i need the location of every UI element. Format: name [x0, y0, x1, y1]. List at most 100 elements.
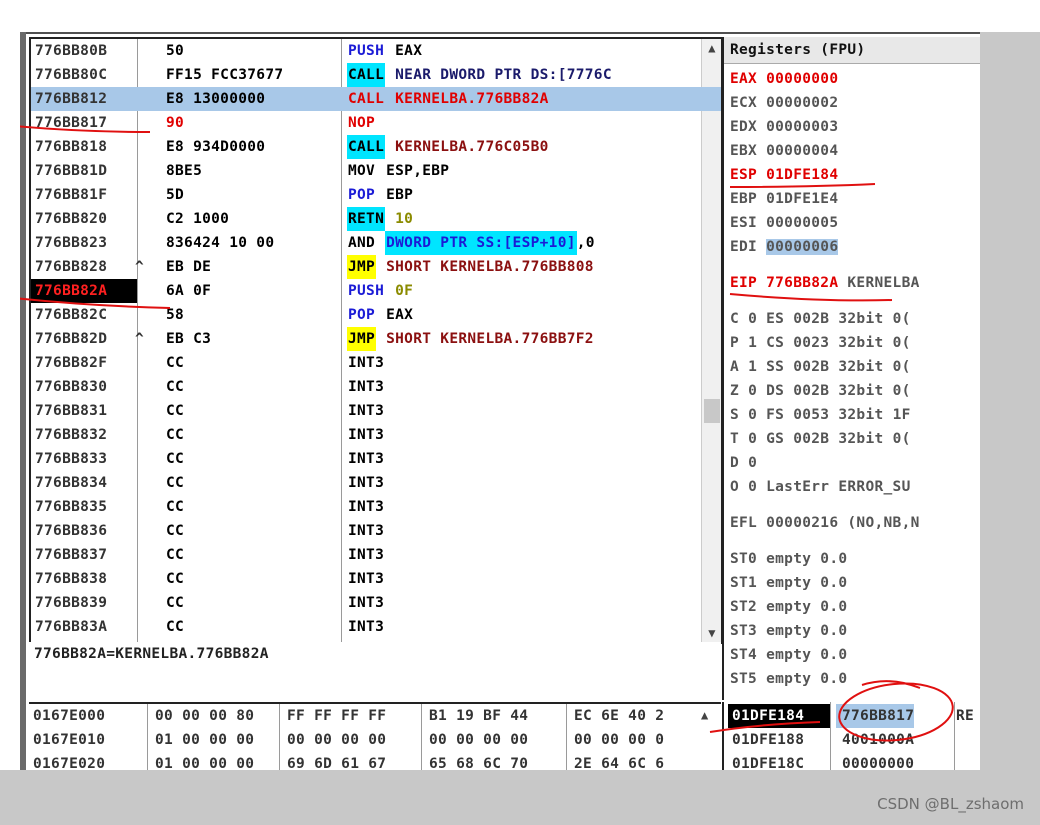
- address-cell[interactable]: 776BB837: [31, 543, 137, 567]
- dump-column-divider[interactable]: [566, 704, 567, 770]
- disasm-row[interactable]: 776BB837 CC INT3: [31, 543, 721, 567]
- disasm-row[interactable]: 776BB817 90 NOP: [31, 111, 721, 135]
- address-cell[interactable]: 776BB836: [31, 519, 137, 543]
- register-value[interactable]: 776BB82A: [766, 275, 838, 291]
- register-esi[interactable]: ESI 00000005: [730, 211, 838, 235]
- registers-title[interactable]: Registers (FPU): [724, 37, 980, 64]
- register-value[interactable]: 00000006: [766, 239, 839, 255]
- disasm-row[interactable]: 776BB80B 50 PUSH EAX: [31, 39, 721, 63]
- disasm-row[interactable]: 776BB82C 58 POP EAX: [31, 303, 721, 327]
- dump-column-divider[interactable]: [279, 704, 280, 770]
- flag-row[interactable]: D 0: [730, 451, 757, 475]
- disasm-row[interactable]: 776BB81D 8BE5 MOV ESP,EBP: [31, 159, 721, 183]
- address-cell[interactable]: 776BB81D: [31, 159, 137, 183]
- address-cell[interactable]: 776BB812: [31, 87, 137, 111]
- stack-row[interactable]: 01DFE188 4001000A: [724, 728, 980, 752]
- register-value[interactable]: empty 0.0: [766, 575, 847, 591]
- address-cell[interactable]: 776BB833: [31, 447, 137, 471]
- register-value[interactable]: empty 0.0: [766, 623, 847, 639]
- address-cell[interactable]: 776BB82D: [31, 327, 137, 351]
- register-value[interactable]: 01DFE1E4: [766, 191, 838, 207]
- fpu-st1[interactable]: ST1 empty 0.0: [730, 571, 847, 595]
- register-eip[interactable]: EIP 776BB82A KERNELBA: [730, 271, 920, 295]
- register-value[interactable]: empty 0.0: [766, 671, 847, 687]
- address-cell[interactable]: 776BB80C: [31, 63, 137, 87]
- registers-pane[interactable]: Registers (FPU) EAX 00000000 ECX 00000002…: [722, 37, 980, 700]
- flag-row[interactable]: A 1 SS 002B 32bit 0(: [730, 355, 911, 379]
- disasm-row[interactable]: 776BB835 CC INT3: [31, 495, 721, 519]
- fpu-st0[interactable]: ST0 empty 0.0: [730, 547, 847, 571]
- stack-address[interactable]: 01DFE184: [728, 704, 830, 728]
- stack-row[interactable]: 01DFE18C 00000000: [724, 752, 980, 770]
- disasm-row[interactable]: 776BB820 C2 1000 RETN 10: [31, 207, 721, 231]
- flag-row[interactable]: C 0 ES 002B 32bit 0(: [730, 307, 911, 331]
- memory-dump-pane[interactable]: 0167E000 00 00 00 80 FF FF FF FF B1 19 BF 4…: [29, 704, 721, 770]
- flag-row[interactable]: T 0 GS 002B 32bit 0(: [730, 427, 911, 451]
- disasm-row[interactable]: 776BB83A CC INT3: [31, 615, 721, 639]
- register-edi[interactable]: EDI 00000006: [730, 235, 839, 259]
- register-value[interactable]: 00000005: [766, 215, 838, 231]
- stack-address[interactable]: 01DFE188: [728, 728, 830, 752]
- disasm-row[interactable]: 776BB839 CC INT3: [31, 591, 721, 615]
- register-ecx[interactable]: ECX 00000002: [730, 91, 838, 115]
- disasm-row[interactable]: 776BB834 CC INT3: [31, 471, 721, 495]
- register-value[interactable]: 00000003: [766, 119, 838, 135]
- fpu-st5[interactable]: ST5 empty 0.0: [730, 667, 847, 691]
- register-eax[interactable]: EAX 00000000: [730, 67, 838, 91]
- register-value[interactable]: empty 0.0: [766, 599, 847, 615]
- address-cell[interactable]: 776BB83A: [31, 615, 137, 639]
- register-value[interactable]: empty 0.0: [766, 647, 847, 663]
- disasm-row[interactable]: 776BB818 E8 934D0000 CALL KERNELBA.776C05B…: [31, 135, 721, 159]
- disasm-row[interactable]: 776BB832 CC INT3: [31, 423, 721, 447]
- dump-column-divider[interactable]: [421, 704, 422, 770]
- fpu-st3[interactable]: ST3 empty 0.0: [730, 619, 847, 643]
- address-cell[interactable]: 776BB80B: [31, 39, 137, 63]
- fpu-st4[interactable]: ST4 empty 0.0: [730, 643, 847, 667]
- disassembly-pane[interactable]: ▲ ▼ 776BB80B 50 PUSH EAX 776BB80C FF15 FCC37…: [29, 37, 723, 644]
- address-cell[interactable]: 776BB81F: [31, 183, 137, 207]
- address-cell[interactable]: 776BB838: [31, 567, 137, 591]
- stack-row[interactable]: 01DFE184 776BB817 RE: [724, 704, 980, 728]
- address-cell[interactable]: 776BB834: [31, 471, 137, 495]
- disasm-row[interactable]: 776BB81F 5D POP EBP: [31, 183, 721, 207]
- register-ebx[interactable]: EBX 00000004: [730, 139, 838, 163]
- address-cell[interactable]: 776BB820: [31, 207, 137, 231]
- address-cell[interactable]: 776BB835: [31, 495, 137, 519]
- disasm-row[interactable]: 776BB838 CC INT3: [31, 567, 721, 591]
- dump-scroll-up-icon[interactable]: ▲: [701, 708, 709, 722]
- stack-value[interactable]: 4001000A: [836, 728, 914, 752]
- disasm-row[interactable]: 776BB812 E8 13000000 CALL KERNELBA.776BB82…: [31, 87, 721, 111]
- stack-pane[interactable]: 01DFE184 776BB817 RE 01DFE188 4001000A 01DFE1…: [722, 702, 980, 770]
- stack-value[interactable]: 00000000: [836, 752, 914, 770]
- register-value[interactable]: 00000004: [766, 143, 838, 159]
- register-ebp[interactable]: EBP 01DFE1E4: [730, 187, 838, 211]
- address-cell[interactable]: 776BB828: [31, 255, 137, 279]
- disasm-row[interactable]: 776BB828 ^ EB DE JMP SHORT KERNELBA.776BB80…: [31, 255, 721, 279]
- dump-column-divider[interactable]: [147, 704, 148, 770]
- register-value[interactable]: empty 0.0: [766, 551, 847, 567]
- register-value[interactable]: 01DFE184: [766, 167, 838, 183]
- register-efl[interactable]: EFL 00000216 (NO,NB,N: [730, 511, 920, 535]
- disasm-row[interactable]: 776BB82D ^ EB C3 JMP SHORT KERNELBA.776BB7F…: [31, 327, 721, 351]
- disasm-row[interactable]: 776BB831 CC INT3: [31, 399, 721, 423]
- address-cell[interactable]: 776BB817: [31, 111, 137, 135]
- address-cell[interactable]: 776BB818: [31, 135, 137, 159]
- register-edx[interactable]: EDX 00000003: [730, 115, 838, 139]
- address-cell[interactable]: 776BB82C: [31, 303, 137, 327]
- stack-value[interactable]: 776BB817: [836, 704, 915, 728]
- flag-row[interactable]: Z 0 DS 002B 32bit 0(: [730, 379, 911, 403]
- register-esp[interactable]: ESP 01DFE184: [730, 163, 838, 187]
- disasm-row[interactable]: 776BB830 CC INT3: [31, 375, 721, 399]
- flag-row[interactable]: P 1 CS 0023 32bit 0(: [730, 331, 911, 355]
- address-cell[interactable]: 776BB823: [31, 231, 137, 255]
- disasm-row[interactable]: 776BB823 836424 10 00 AND DWORD PTR SS:[ES…: [31, 231, 721, 255]
- address-cell[interactable]: 776BB82F: [31, 351, 137, 375]
- register-value[interactable]: 00000216: [766, 515, 838, 531]
- address-cell[interactable]: 776BB832: [31, 423, 137, 447]
- disasm-row[interactable]: 776BB82F CC INT3: [31, 351, 721, 375]
- lasterr-row[interactable]: O 0 LastErr ERROR_SU: [730, 475, 911, 499]
- address-cell[interactable]: 776BB830: [31, 375, 137, 399]
- disasm-row[interactable]: 776BB833 CC INT3: [31, 447, 721, 471]
- register-value[interactable]: 00000000: [766, 71, 838, 87]
- disasm-row[interactable]: 776BB82A 6A 0F PUSH 0F: [31, 279, 721, 303]
